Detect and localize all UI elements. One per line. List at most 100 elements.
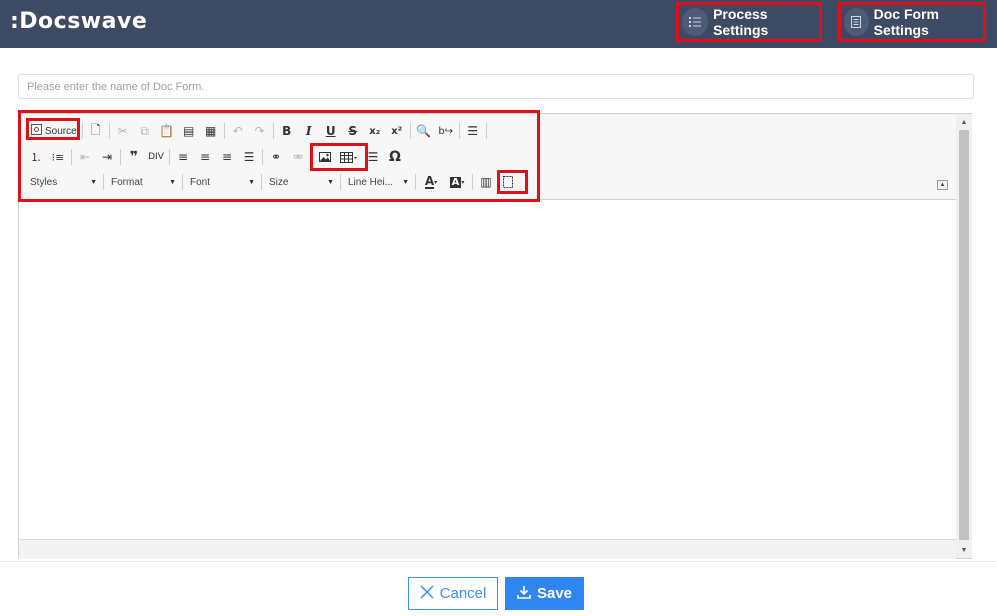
source-icon xyxy=(31,124,42,138)
toolbar-separator xyxy=(120,149,121,165)
superscript-icon[interactable]: x² xyxy=(386,120,408,142)
indent-icon[interactable]: ⇥ xyxy=(96,146,118,168)
toolbar-separator xyxy=(472,174,473,190)
doc-form-settings-button[interactable]: Doc Form Settings xyxy=(838,2,986,42)
scroll-down-icon[interactable]: ▼ xyxy=(956,543,972,557)
scrollbar-thumb[interactable] xyxy=(959,130,969,540)
show-blocks-icon[interactable]: ▥ xyxy=(475,171,497,193)
copy-icon[interactable]: ⧉ xyxy=(134,120,156,142)
image-icon[interactable] xyxy=(314,146,336,168)
maximize-icon[interactable] xyxy=(497,171,519,193)
editor-toolbar: Source 🗋 ✂ ⧉ 📋 ▤ ▦ ↶ ↷ B I U S x₂ x² 🔍 b… xyxy=(19,114,956,200)
div-icon[interactable]: DIV xyxy=(145,146,167,168)
subscript-icon[interactable]: x₂ xyxy=(364,120,386,142)
font-combo[interactable]: Font ▼ xyxy=(185,173,259,191)
outdent-icon[interactable]: ⇤ xyxy=(74,146,96,168)
replace-icon[interactable]: b↪ xyxy=(435,120,457,142)
chevron-down-icon: ▼ xyxy=(402,178,409,186)
styles-combo[interactable]: Styles ▼ xyxy=(25,173,101,191)
source-label: Source xyxy=(45,125,77,137)
toolbar-separator xyxy=(272,123,274,139)
top-header: :Docswave Process Settings Doc Form Sett… xyxy=(0,0,997,48)
rich-text-editor: Source 🗋 ✂ ⧉ 📋 ▤ ▦ ↶ ↷ B I U S x₂ x² 🔍 b… xyxy=(18,113,972,559)
paste-word-icon[interactable]: ▦ xyxy=(200,120,222,142)
find-icon[interactable]: 🔍 xyxy=(413,120,435,142)
footer-divider xyxy=(0,561,997,562)
chevron-down-icon: ▼ xyxy=(90,178,97,186)
toolbar-row-3: Styles ▼ Format ▼ Font ▼ Size ▼ Line Hei... ▼… xyxy=(25,171,519,193)
process-settings-label: Process Settings xyxy=(713,6,769,38)
cancel-label: Cancel xyxy=(439,585,487,602)
toolbar-separator xyxy=(415,174,416,190)
line-height-combo-label: Line Hei... xyxy=(348,176,394,188)
format-combo-label: Format xyxy=(111,176,143,188)
cancel-button[interactable]: Cancel xyxy=(408,577,498,610)
toolbar-separator xyxy=(458,123,460,139)
italic-icon[interactable]: I xyxy=(298,120,320,142)
toolbar-separator xyxy=(223,123,225,139)
save-button[interactable]: Save xyxy=(505,577,584,610)
page-break-icon[interactable]: ☰ xyxy=(462,120,484,142)
numbered-list-icon[interactable]: ⒈ xyxy=(25,146,47,168)
toolbar-separator xyxy=(261,174,262,190)
toolbar-separator xyxy=(262,149,263,165)
toolbar-separator xyxy=(409,123,411,139)
x-icon xyxy=(420,584,434,603)
styles-combo-label: Styles xyxy=(30,176,58,188)
bold-icon[interactable]: B xyxy=(276,120,298,142)
collapse-toolbar-button[interactable]: ▲ xyxy=(937,180,948,190)
paste-text-icon[interactable]: ▤ xyxy=(178,120,200,142)
doc-form-name-input[interactable] xyxy=(18,74,974,99)
editor-status-bar xyxy=(19,539,956,559)
line-height-combo[interactable]: Line Hei... ▼ xyxy=(343,173,413,191)
justify-icon[interactable]: ☰ xyxy=(238,146,260,168)
process-settings-button[interactable]: Process Settings xyxy=(676,2,822,42)
toolbar-separator xyxy=(103,174,104,190)
strike-icon[interactable]: S xyxy=(342,120,364,142)
special-char-icon[interactable]: Ω xyxy=(384,146,406,168)
align-right-icon[interactable]: ≡ xyxy=(216,146,238,168)
toolbar-separator xyxy=(108,123,110,139)
toolbar-row-1: Source 🗋 ✂ ⧉ 📋 ▤ ▦ ↶ ↷ B I U S x₂ x² 🔍 b… xyxy=(25,120,489,142)
align-left-icon[interactable]: ≡ xyxy=(172,146,194,168)
unlink-icon[interactable]: ⚮ xyxy=(287,146,309,168)
download-icon xyxy=(517,585,531,603)
text-color-icon[interactable]: A ▾ xyxy=(418,171,444,193)
preview-icon[interactable]: 🗋 xyxy=(85,120,107,142)
toolbar-separator xyxy=(169,149,170,165)
toolbar-separator xyxy=(182,174,183,190)
chevron-down-icon: ▼ xyxy=(327,178,334,186)
format-combo[interactable]: Format ▼ xyxy=(106,173,180,191)
toolbar-separator xyxy=(340,174,341,190)
source-button[interactable]: Source xyxy=(28,121,80,141)
editor-scrollbar[interactable]: ▲ ▼ xyxy=(956,114,972,558)
font-combo-label: Font xyxy=(190,176,211,188)
toolbar-separator xyxy=(81,123,83,139)
save-label: Save xyxy=(536,585,573,602)
document-icon xyxy=(844,8,869,36)
toolbar-row-2: ⒈ ⁝≡ ⇤ ⇥ ❞ DIV ≡ ≡ ≡ ☰ ⚭ ⚮ ☰ Ω xyxy=(25,146,406,168)
toolbar-separator xyxy=(71,149,72,165)
link-icon[interactable]: ⚭ xyxy=(265,146,287,168)
chevron-down-icon: ▼ xyxy=(169,178,176,186)
table-icon[interactable] xyxy=(336,146,362,168)
list-icon xyxy=(682,8,709,36)
redo-icon[interactable]: ↷ xyxy=(249,120,271,142)
bg-color-icon[interactable]: A ▾ xyxy=(444,171,470,193)
underline-icon[interactable]: U xyxy=(320,120,342,142)
paste-icon[interactable]: 📋 xyxy=(156,120,178,142)
doc-form-settings-label: Doc Form Settings xyxy=(873,6,939,38)
bulleted-list-icon[interactable]: ⁝≡ xyxy=(47,146,69,168)
size-combo-label: Size xyxy=(269,176,289,188)
toolbar-separator xyxy=(311,149,312,165)
blockquote-icon[interactable]: ❞ xyxy=(123,146,145,168)
scroll-up-icon[interactable]: ▲ xyxy=(956,115,972,129)
align-center-icon[interactable]: ≡ xyxy=(194,146,216,168)
undo-icon[interactable]: ↶ xyxy=(227,120,249,142)
chevron-down-icon: ▼ xyxy=(248,178,255,186)
editor-content-area[interactable] xyxy=(19,201,956,539)
size-combo[interactable]: Size ▼ xyxy=(264,173,338,191)
docswave-logo[interactable]: :Docswave xyxy=(10,9,147,34)
horizontal-line-icon[interactable]: ☰ xyxy=(362,146,384,168)
cut-icon[interactable]: ✂ xyxy=(112,120,134,142)
